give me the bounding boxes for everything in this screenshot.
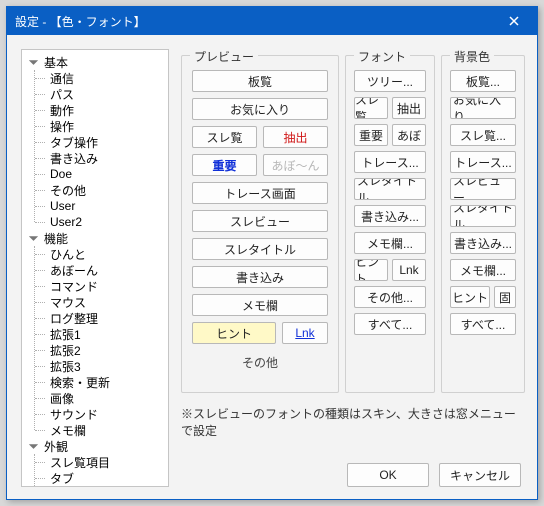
tree-item[interactable]: 動作 (47, 102, 77, 119)
tree-item[interactable]: User2 (47, 215, 85, 229)
tree-item[interactable]: 画像 (47, 390, 77, 407)
tree-item[interactable]: メモ欄 (47, 422, 89, 439)
tree-item[interactable]: あぼーん (47, 262, 101, 279)
font-important-button[interactable]: 重要 (354, 124, 388, 146)
chevron-down-icon[interactable] (28, 441, 39, 452)
preview-thread[interactable]: スレ覧 (192, 126, 257, 148)
preview-extract[interactable]: 抽出 (263, 126, 328, 148)
bg-restitle-button[interactable]: スレタイトル... (450, 205, 516, 227)
group-legend: 背景色 (450, 48, 494, 65)
tree-item[interactable]: スレ覧項目 (47, 454, 113, 471)
bg-board-button[interactable]: 板覧... (450, 70, 516, 92)
preview-important[interactable]: 重要 (192, 154, 257, 176)
group-preview: プレビュー 板覧 お気に入り スレ覧 抽出 重要 あぼ～ん トレース画面 スレビ… (181, 55, 339, 393)
tree-item[interactable]: ログ整理 (47, 310, 101, 327)
font-tree-button[interactable]: ツリー... (354, 70, 426, 92)
font-other-button[interactable]: その他... (354, 286, 426, 308)
preview-abone[interactable]: あぼ～ん (263, 154, 328, 176)
close-icon (509, 16, 519, 26)
bg-thread-button[interactable]: スレ覧... (450, 124, 516, 146)
tree-item[interactable]: ひんと (47, 246, 89, 263)
tree-item[interactable]: スタイル (47, 486, 101, 488)
font-extract-button[interactable]: 抽出 (392, 97, 426, 119)
cancel-button[interactable]: キャンセル (439, 463, 521, 487)
tree-item[interactable]: 操作 (47, 118, 77, 135)
group-legend: プレビュー (190, 48, 258, 65)
group-bg: 背景色 板覧... お気に入り... スレ覧... トレース... スレビュー.… (441, 55, 525, 393)
preview-other-label: その他 (192, 350, 328, 371)
tree-item[interactable]: 検索・更新 (47, 374, 113, 391)
bg-write-button[interactable]: 書き込み... (450, 232, 516, 254)
tree-item[interactable]: コマンド (47, 278, 101, 295)
group-font: フォント ツリー... スレ覧 抽出 重要 あぼ トレース... スレタイトル.… (345, 55, 435, 393)
tree-item[interactable]: 拡張3 (47, 358, 84, 375)
tree-item[interactable]: User (47, 199, 78, 213)
font-write-button[interactable]: 書き込み... (354, 205, 426, 227)
tree-item[interactable]: タブ (47, 470, 77, 487)
preview-trace[interactable]: トレース画面 (192, 182, 328, 204)
category-tree[interactable]: 基本 通信 パス 動作 操作 タブ操作 書き込み Doe その他 User Us… (21, 49, 169, 487)
font-all-button[interactable]: すべて... (354, 313, 426, 335)
font-restitle-button[interactable]: スレタイトル... (354, 178, 426, 200)
font-abone-button[interactable]: あぼ (392, 124, 426, 146)
preview-restitle[interactable]: スレタイトル (192, 238, 328, 260)
bg-resview-button[interactable]: スレビュー... (450, 178, 516, 200)
preview-lnk[interactable]: Lnk (282, 322, 328, 344)
bg-memo-button[interactable]: メモ欄... (450, 259, 516, 281)
chevron-down-icon[interactable] (28, 57, 39, 68)
font-trace-button[interactable]: トレース... (354, 151, 426, 173)
bg-fav-button[interactable]: お気に入り... (450, 97, 516, 119)
tree-item[interactable]: 書き込み (47, 150, 101, 167)
tree-node-appearance[interactable]: 外観 (41, 438, 71, 455)
font-lnk-button[interactable]: Lnk (392, 259, 426, 281)
settings-dialog: 設定 - 【色・フォント】 基本 通信 パス 動作 (6, 6, 538, 500)
bg-fixed-button[interactable]: 固 (494, 286, 516, 308)
tree-item[interactable]: 拡張2 (47, 342, 84, 359)
preview-fav[interactable]: お気に入り (192, 98, 328, 120)
window-title: 設定 - 【色・フォント】 (15, 13, 499, 30)
chevron-down-icon[interactable] (28, 233, 39, 244)
preview-board[interactable]: 板覧 (192, 70, 328, 92)
tree-item[interactable]: マウス (47, 294, 89, 311)
tree-item[interactable]: 拡張1 (47, 326, 84, 343)
tree-item[interactable]: Doe (47, 167, 75, 181)
preview-memo[interactable]: メモ欄 (192, 294, 328, 316)
bg-hint-button[interactable]: ヒント (450, 286, 490, 308)
font-hint-button[interactable]: ヒント (354, 259, 388, 281)
preview-hint[interactable]: ヒント (192, 322, 276, 344)
preview-resview[interactable]: スレビュー (192, 210, 328, 232)
ok-button[interactable]: OK (347, 463, 429, 487)
font-thread-button[interactable]: スレ覧 (354, 97, 388, 119)
tree-item[interactable]: その他 (47, 182, 89, 199)
tree-node-func[interactable]: 機能 (41, 230, 71, 247)
bg-all-button[interactable]: すべて... (450, 313, 516, 335)
tree-item[interactable]: 通信 (47, 70, 77, 87)
footnote: ※スレビューのフォントの種類はスキン、大きさは窓メニューで設定 (181, 405, 525, 439)
close-button[interactable] (499, 10, 529, 32)
preview-write[interactable]: 書き込み (192, 266, 328, 288)
tree-node-basic[interactable]: 基本 (41, 54, 71, 71)
titlebar[interactable]: 設定 - 【色・フォント】 (7, 7, 537, 35)
tree-item[interactable]: タブ操作 (47, 134, 101, 151)
tree-item[interactable]: サウンド (47, 406, 101, 423)
client-area: 基本 通信 パス 動作 操作 タブ操作 書き込み Doe その他 User Us… (7, 35, 537, 499)
dialog-buttons: OK キャンセル (347, 463, 521, 487)
tree-item[interactable]: パス (47, 86, 77, 103)
group-legend: フォント (354, 48, 410, 65)
font-memo-button[interactable]: メモ欄... (354, 232, 426, 254)
bg-trace-button[interactable]: トレース... (450, 151, 516, 173)
